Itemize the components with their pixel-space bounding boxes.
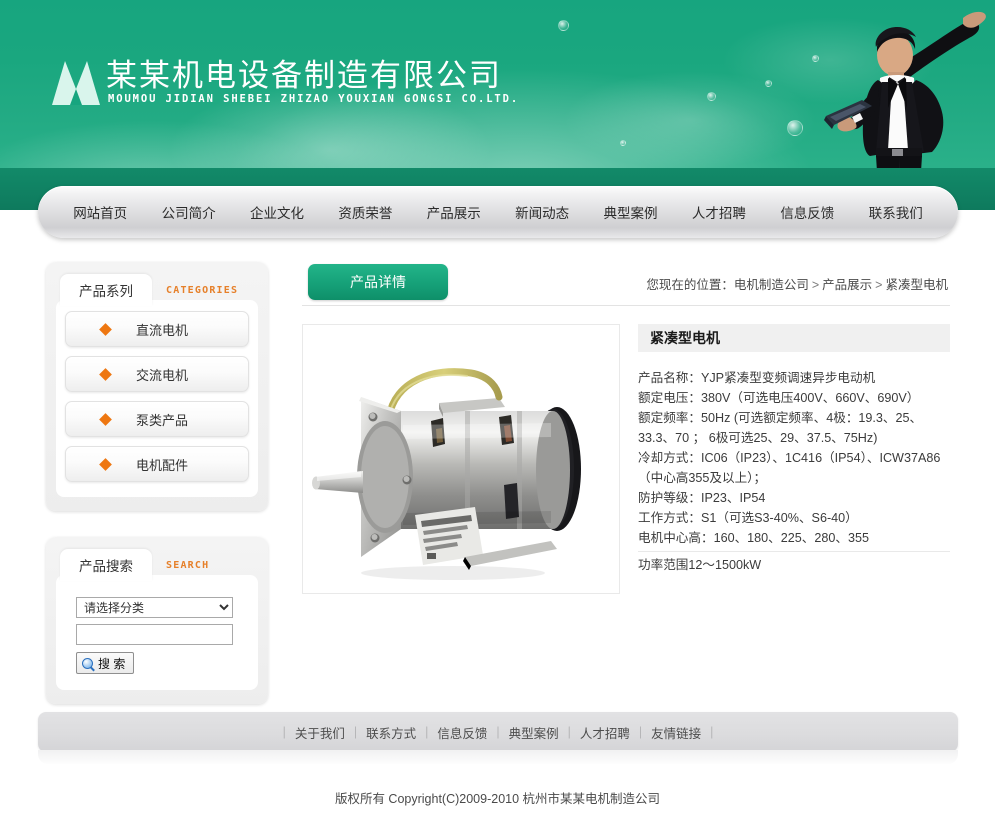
sidebar-item-label: 直流电机 bbox=[136, 322, 189, 338]
footer-link-careers[interactable]: 人才招聘 bbox=[580, 723, 630, 742]
nav-item-careers[interactable]: 人才招聘 bbox=[690, 198, 748, 226]
footer-link-contact[interactable]: 联系方式 bbox=[366, 723, 416, 742]
nav-item-home[interactable]: 网站首页 bbox=[71, 198, 129, 226]
product-specifications: 产品名称：YJP紧凑型变频调速异步电动机 额定电压：380V（可选电压400V、… bbox=[638, 368, 950, 575]
categories-list: 直流电机 交流电机 泵类产品 电机配件 bbox=[56, 300, 258, 497]
bubble-decoration-icon bbox=[558, 20, 569, 31]
company-pinyin: MOUMOU JIDIAN SHEBEI ZHIZAO YOUXIAN GONG… bbox=[108, 93, 520, 105]
product-image-motor bbox=[312, 368, 581, 580]
footer-separator: | bbox=[353, 725, 358, 739]
breadcrumb-item-products[interactable]: 产品展示 bbox=[822, 278, 872, 292]
footer-separator: | bbox=[496, 725, 500, 739]
spec-line-duty: 工作方式：S1（可选S3-40%、S6-40） bbox=[638, 511, 858, 525]
footer-separator: | bbox=[567, 725, 571, 739]
copyright-text: 版权所有 Copyright(C)2009-2010 杭州市某某电机制造公司 bbox=[334, 792, 661, 806]
footer-link-feedback[interactable]: 信息反馈 bbox=[437, 723, 487, 742]
sidebar-item-ac-motor[interactable]: 交流电机 bbox=[65, 356, 249, 392]
nav-item-news[interactable]: 新闻动态 bbox=[513, 198, 571, 226]
spec-line-name: 产品名称：YJP紧凑型变频调速异步电动机 bbox=[638, 371, 876, 385]
breadcrumb-separator: > bbox=[811, 278, 820, 292]
sidebar: 产品系列 CATEGORIES 直流电机 交流电机 泵类产品 电机配件 产品搜索… bbox=[46, 262, 268, 730]
spec-line-cooling: 冷却方式：IC06（IP23）、1C416（IP54）、ICW37A86（中心高… bbox=[638, 451, 941, 485]
footer-link-cases[interactable]: 典型案例 bbox=[509, 723, 559, 742]
spec-line-height: 电机中心高：160、180、225、280、355 bbox=[638, 531, 869, 545]
breadcrumb: 您现在的位置：电机制造公司 > 产品展示 > 紧凑型电机 bbox=[646, 274, 948, 293]
categories-panel-header: 产品系列 CATEGORIES bbox=[46, 262, 268, 306]
footer-bar: | 关于我们 | 联系方式 | 信息反馈 | 典型案例 | 人才招聘 | 友情链… bbox=[38, 712, 958, 752]
breadcrumb-separator: > bbox=[875, 278, 883, 292]
footer-separator: | bbox=[710, 725, 714, 739]
footer-separator: | bbox=[638, 725, 643, 739]
search-tab[interactable]: 产品搜索 bbox=[60, 549, 152, 581]
nav-item-products[interactable]: 产品展示 bbox=[425, 198, 483, 226]
spec-line-protection: 防护等级：IP23、IP54 bbox=[638, 491, 766, 505]
mountain-m-logo-icon bbox=[52, 61, 100, 105]
nav-item-honors[interactable]: 资质荣誉 bbox=[336, 198, 394, 226]
bubble-decoration-icon bbox=[620, 140, 626, 146]
footer-link-partners[interactable]: 友情链接 bbox=[651, 723, 701, 742]
search-button[interactable]: 搜 索 bbox=[76, 652, 135, 674]
page-root: 某某机电设备制造有限公司 MOUMOU JIDIAN SHEBEI ZHIZAO… bbox=[0, 0, 995, 830]
product-image-box[interactable] bbox=[302, 324, 620, 594]
main-navigation: 网站首页 公司简介 企业文化 资质荣誉 产品展示 新闻动态 典型案例 人才招聘 … bbox=[38, 186, 958, 238]
product-title: 紧凑型电机 bbox=[638, 324, 950, 352]
sidebar-item-dc-motor[interactable]: 直流电机 bbox=[65, 311, 249, 347]
nav-item-contact[interactable]: 联系我们 bbox=[867, 198, 925, 226]
spec-line-voltage: 额定电压：380V（可选电压400V、660V、690V） bbox=[638, 391, 920, 405]
categories-en-label: CATEGORIES bbox=[166, 285, 239, 296]
orange-diamond-icon bbox=[99, 412, 112, 426]
magnifier-icon bbox=[82, 657, 93, 669]
categories-panel: 产品系列 CATEGORIES 直流电机 交流电机 泵类产品 电机配件 bbox=[46, 262, 268, 511]
bubble-decoration-icon bbox=[707, 92, 716, 101]
nav-item-cases[interactable]: 典型案例 bbox=[602, 198, 660, 226]
orange-diamond-icon bbox=[99, 367, 112, 381]
sidebar-item-label: 电机配件 bbox=[136, 457, 189, 473]
breadcrumb-item-current[interactable]: 紧凑型电机 bbox=[885, 278, 948, 292]
main-header: 产品详情 您现在的位置：电机制造公司 > 产品展示 > 紧凑型电机 bbox=[302, 262, 950, 306]
sidebar-item-motor-parts[interactable]: 电机配件 bbox=[65, 446, 249, 482]
search-keyword-input[interactable] bbox=[76, 624, 233, 645]
footer-separator: | bbox=[425, 725, 429, 739]
product-detail: 紧凑型电机 产品名称：YJP紧凑型变频调速异步电动机 额定电压：380V（可选电… bbox=[302, 324, 950, 594]
bubble-decoration-icon bbox=[765, 80, 772, 87]
content-area: 产品系列 CATEGORIES 直流电机 交流电机 泵类产品 电机配件 产品搜索… bbox=[0, 248, 995, 704]
spec-line-frequency: 额定频率：50Hz (可选额定频率、4极：19.3、25、33.3、70 ； 6… bbox=[638, 411, 923, 445]
nav-item-feedback[interactable]: 信息反馈 bbox=[778, 198, 836, 226]
search-panel-header: 产品搜索 SEARCH bbox=[46, 537, 268, 581]
sidebar-item-pump-products[interactable]: 泵类产品 bbox=[65, 401, 249, 437]
sidebar-item-label: 交流电机 bbox=[136, 367, 189, 383]
spec-line-power-range: 功率范围12～1500kW bbox=[638, 551, 950, 575]
category-select-wrap: 请选择分类 bbox=[76, 597, 233, 618]
orange-diamond-icon bbox=[99, 457, 112, 471]
footer-link-about[interactable]: 关于我们 bbox=[295, 723, 345, 742]
nav-item-about[interactable]: 公司简介 bbox=[160, 198, 218, 226]
footer-shadow bbox=[38, 750, 958, 764]
search-button-label: 搜 索 bbox=[98, 656, 126, 671]
footer-links: | 关于我们 | 联系方式 | 信息反馈 | 典型案例 | 人才招聘 | 友情链… bbox=[274, 723, 723, 742]
company-logo[interactable] bbox=[48, 55, 104, 107]
search-panel: 产品搜索 SEARCH 请选择分类 搜 索 bbox=[46, 537, 268, 704]
nav-item-culture[interactable]: 企业文化 bbox=[248, 198, 306, 226]
product-detail-tab[interactable]: 产品详情 bbox=[308, 264, 448, 300]
breadcrumb-item-company[interactable]: 电机制造公司 bbox=[734, 278, 809, 292]
sidebar-item-label: 泵类产品 bbox=[136, 412, 189, 428]
category-select[interactable]: 请选择分类 bbox=[76, 597, 233, 618]
categories-tab[interactable]: 产品系列 bbox=[60, 274, 152, 306]
breadcrumb-prefix: 您现在的位置： bbox=[646, 278, 734, 292]
search-form: 请选择分类 搜 索 bbox=[56, 575, 258, 690]
company-name: 某某机电设备制造有限公司 bbox=[106, 58, 502, 94]
orange-diamond-icon bbox=[99, 322, 112, 336]
search-en-label: SEARCH bbox=[166, 560, 210, 571]
footer-separator: | bbox=[282, 725, 286, 739]
main-panel: 产品详情 您现在的位置：电机制造公司 > 产品展示 > 紧凑型电机 紧凑型电机 … bbox=[302, 262, 950, 594]
product-info: 紧凑型电机 产品名称：YJP紧凑型变频调速异步电动机 额定电压：380V（可选电… bbox=[638, 324, 950, 594]
